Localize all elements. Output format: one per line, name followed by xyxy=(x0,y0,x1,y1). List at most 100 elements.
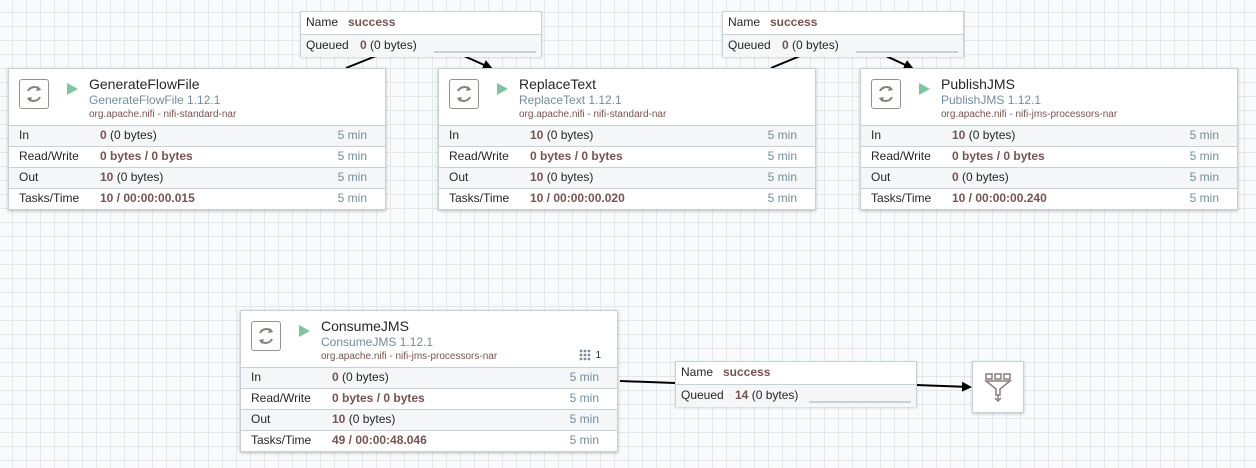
stat-row-read-write: Read/Write 0 bytes / 0 bytes 5 min xyxy=(241,388,617,409)
stat-label: In xyxy=(251,370,262,384)
processor-bundle: org.apache.nifi - nifi-standard-nar xyxy=(89,109,237,120)
stat-row-read-write: Read/Write 0 bytes / 0 bytes 5 min xyxy=(9,146,385,167)
processor-icon xyxy=(449,79,479,109)
stat-value: 0 bytes / 0 bytes xyxy=(952,149,1045,163)
stat-time: 5 min xyxy=(1189,149,1219,163)
queue-progress-bar xyxy=(434,51,536,53)
connection-line-generate-to-replace-end[interactable] xyxy=(463,55,493,70)
stat-label: Tasks/Time xyxy=(871,191,932,205)
connection-queued-label: Queued xyxy=(681,388,724,402)
stat-label: Tasks/Time xyxy=(19,191,80,205)
processor-name: ConsumeJMS xyxy=(321,318,409,334)
processor-type: PublishJMS 1.12.1 xyxy=(941,93,1042,107)
processor-bundle: org.apache.nifi - nifi-standard-nar xyxy=(519,109,667,120)
connection-queued-row: Queued 0 (0 bytes) xyxy=(723,34,963,57)
processor-consumejms[interactable]: ConsumeJMS ConsumeJMS 1.12.1 org.apache.… xyxy=(240,310,618,452)
processor-replacetext[interactable]: ReplaceText ReplaceText 1.12.1 org.apach… xyxy=(438,68,816,210)
stat-label: Read/Write xyxy=(251,391,311,405)
connection-name-row: Name success xyxy=(723,12,963,34)
stat-value: 0 bytes / 0 bytes xyxy=(530,149,623,163)
connection-name-label: Name xyxy=(681,365,714,379)
connection-queued-row: Queued 14 (0 bytes) xyxy=(676,384,916,407)
stat-time: 5 min xyxy=(337,128,367,142)
stat-label: Out xyxy=(449,170,469,184)
connection-name-label: Name xyxy=(306,15,339,29)
stat-label: Out xyxy=(871,170,891,184)
connection-queued-label: Queued xyxy=(306,38,349,52)
processor-header: PublishJMS PublishJMS 1.12.1 org.apache.… xyxy=(861,69,1237,125)
connection-line-consume-to-funnel[interactable] xyxy=(619,380,676,384)
connection-label-2[interactable]: Name success Queued 0 (0 bytes) xyxy=(722,11,964,57)
queue-progress-bar xyxy=(856,51,958,53)
stat-row-out: Out 10 (0 bytes) 5 min xyxy=(439,167,815,188)
processor-publishjms[interactable]: PublishJMS PublishJMS 1.12.1 org.apache.… xyxy=(860,68,1238,210)
stat-row-tasks-time: Tasks/Time 10 / 00:00:00.015 5 min xyxy=(9,188,385,209)
stat-label: Out xyxy=(19,170,39,184)
stat-row-tasks-time: Tasks/Time 10 / 00:00:00.240 5 min xyxy=(861,188,1237,209)
connection-name-row: Name success xyxy=(301,12,541,34)
queue-progress-bar xyxy=(809,401,911,403)
connection-line-replace-to-publish-end[interactable] xyxy=(885,55,914,70)
connection-label-1[interactable]: Name success Queued 0 (0 bytes) xyxy=(300,11,542,57)
running-status-icon xyxy=(919,83,930,95)
stat-row-read-write: Read/Write 0 bytes / 0 bytes 5 min xyxy=(861,146,1237,167)
processor-name: ReplaceText xyxy=(519,76,597,92)
stat-label: In xyxy=(449,128,460,142)
stat-label: Tasks/Time xyxy=(251,433,312,447)
stat-time: 5 min xyxy=(337,170,367,184)
stat-label: Read/Write xyxy=(871,149,931,163)
connection-label-3[interactable]: Name success Queued 14 (0 bytes) xyxy=(675,361,917,407)
connection-line-generate-to-replace[interactable] xyxy=(345,55,377,69)
processor-bundle: org.apache.nifi - nifi-jms-processors-na… xyxy=(941,109,1118,120)
stat-time: 5 min xyxy=(767,149,797,163)
connection-queued-value: 0 (0 bytes) xyxy=(360,38,417,52)
connection-line-consume-to-funnel-end[interactable] xyxy=(915,381,972,392)
stat-time: 5 min xyxy=(337,191,367,205)
stat-row-tasks-time: Tasks/Time 10 / 00:00:00.020 5 min xyxy=(439,188,815,209)
stat-value: 0 bytes / 0 bytes xyxy=(100,149,193,163)
processor-generateflowfile[interactable]: GenerateFlowFile GenerateFlowFile 1.12.1… xyxy=(8,68,386,210)
stat-value: 0 bytes / 0 bytes xyxy=(332,391,425,405)
connection-line-replace-to-publish[interactable] xyxy=(770,55,801,69)
stat-time: 5 min xyxy=(1189,128,1219,142)
processor-header: ReplaceText ReplaceText 1.12.1 org.apach… xyxy=(439,69,815,125)
stat-label: Out xyxy=(251,412,271,426)
stat-value: 10 (0 bytes) xyxy=(530,128,594,142)
stat-value: 10 (0 bytes) xyxy=(332,412,396,426)
stat-value: 49 / 00:00:48.046 xyxy=(332,433,427,447)
stat-row-in: In 0 (0 bytes) 5 min xyxy=(241,367,617,388)
processor-type: ReplaceText 1.12.1 xyxy=(519,93,622,107)
stat-value: 0 (0 bytes) xyxy=(332,370,389,384)
stat-label: Read/Write xyxy=(19,149,79,163)
stat-time: 5 min xyxy=(569,370,599,384)
stat-value: 10 / 00:00:00.015 xyxy=(100,191,195,205)
processor-type: ConsumeJMS 1.12.1 xyxy=(321,335,434,349)
stat-row-in: In 0 (0 bytes) 5 min xyxy=(9,125,385,146)
connection-name-row: Name success xyxy=(676,362,916,384)
processor-icon xyxy=(19,79,49,109)
processor-icon xyxy=(871,79,901,109)
processor-name: PublishJMS xyxy=(941,76,1015,92)
running-status-icon xyxy=(67,83,78,95)
stat-row-in: In 10 (0 bytes) 5 min xyxy=(861,125,1237,146)
funnel-icon xyxy=(983,373,1013,403)
connection-queued-value: 0 (0 bytes) xyxy=(782,38,839,52)
running-status-icon xyxy=(497,83,508,95)
processor-header: GenerateFlowFile GenerateFlowFile 1.12.1… xyxy=(9,69,385,125)
stat-time: 5 min xyxy=(337,149,367,163)
running-status-icon xyxy=(299,325,310,337)
stat-value: 10 (0 bytes) xyxy=(530,170,594,184)
connection-queued-label: Queued xyxy=(728,38,771,52)
stat-label: Read/Write xyxy=(449,149,509,163)
stat-row-tasks-time: Tasks/Time 49 / 00:00:48.046 5 min xyxy=(241,430,617,451)
processor-type: GenerateFlowFile 1.12.1 xyxy=(89,93,221,107)
stat-label: In xyxy=(871,128,882,142)
stat-row-read-write: Read/Write 0 bytes / 0 bytes 5 min xyxy=(439,146,815,167)
stat-time: 5 min xyxy=(1189,170,1219,184)
stat-time: 5 min xyxy=(767,128,797,142)
processor-icon xyxy=(251,321,281,351)
active-threads-count: 1 xyxy=(595,349,601,361)
funnel[interactable] xyxy=(972,361,1024,413)
connection-queued-row: Queued 0 (0 bytes) xyxy=(301,34,541,57)
threads-icon xyxy=(580,349,591,361)
